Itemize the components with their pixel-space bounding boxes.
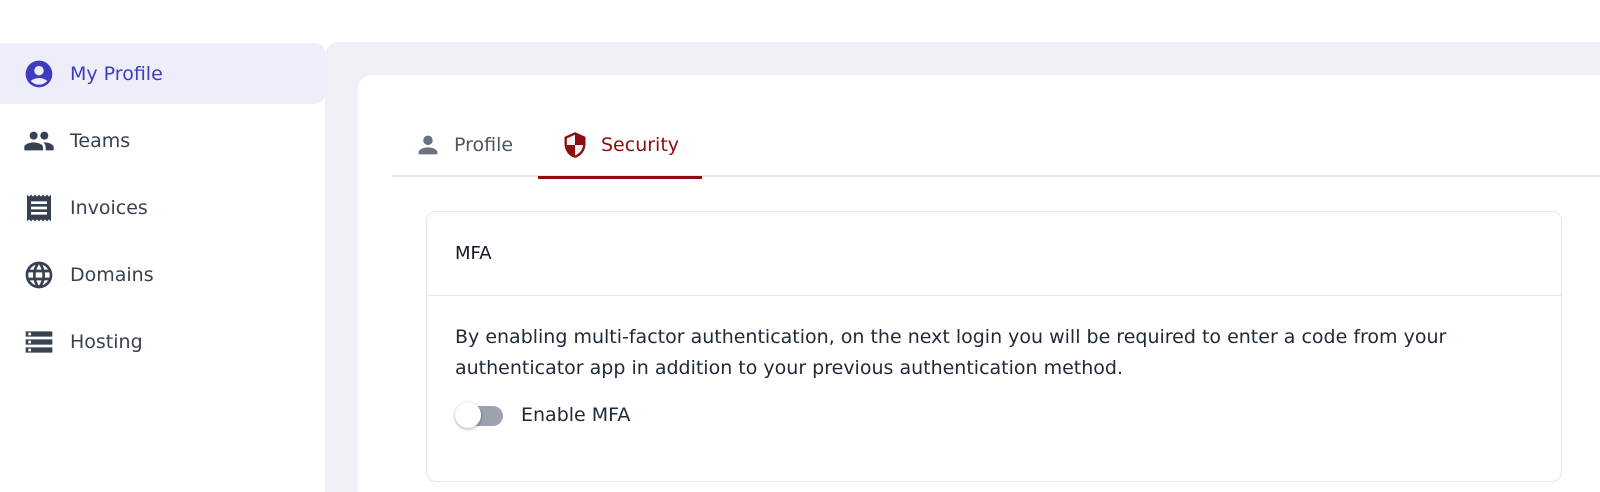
sidebar-item-label: Teams bbox=[70, 129, 131, 152]
tab-label: Profile bbox=[454, 133, 514, 156]
sidebar-item-teams[interactable]: Teams bbox=[0, 110, 325, 171]
person-icon bbox=[414, 131, 442, 159]
enable-mfa-toggle[interactable] bbox=[455, 401, 505, 429]
mfa-toggle-row: Enable MFA bbox=[455, 401, 1533, 429]
active-tab-indicator bbox=[538, 176, 702, 179]
shield-icon bbox=[561, 131, 589, 159]
globe-icon bbox=[23, 259, 55, 291]
server-icon bbox=[23, 326, 55, 358]
sidebar-item-domains[interactable]: Domains bbox=[0, 244, 325, 305]
sidebar-item-label: My Profile bbox=[70, 62, 163, 85]
sidebar-item-label: Invoices bbox=[70, 196, 148, 219]
sidebar: My Profile Teams Invoices Domains Hostin… bbox=[0, 0, 325, 492]
toggle-knob bbox=[455, 402, 481, 428]
tab-label: Security bbox=[601, 133, 680, 156]
tab-bar: Profile Security bbox=[392, 112, 1600, 179]
sidebar-item-hosting[interactable]: Hosting bbox=[0, 311, 325, 372]
group-icon bbox=[23, 125, 55, 157]
receipt-icon bbox=[23, 192, 55, 224]
sidebar-item-invoices[interactable]: Invoices bbox=[0, 177, 325, 238]
mfa-card-title: MFA bbox=[427, 212, 1561, 296]
sidebar-item-label: Hosting bbox=[70, 330, 143, 353]
sidebar-item-my-profile[interactable]: My Profile bbox=[0, 43, 325, 104]
tab-profile[interactable]: Profile bbox=[414, 112, 513, 177]
account-circle-icon bbox=[23, 58, 55, 90]
mfa-card-body: By enabling multi-factor authentication,… bbox=[427, 296, 1561, 429]
mfa-card: MFA By enabling multi-factor authenticat… bbox=[426, 211, 1562, 482]
enable-mfa-label[interactable]: Enable MFA bbox=[521, 404, 630, 426]
tab-security[interactable]: Security bbox=[538, 112, 702, 179]
mfa-description: By enabling multi-factor authentication,… bbox=[455, 326, 1447, 379]
sidebar-item-label: Domains bbox=[70, 263, 154, 286]
